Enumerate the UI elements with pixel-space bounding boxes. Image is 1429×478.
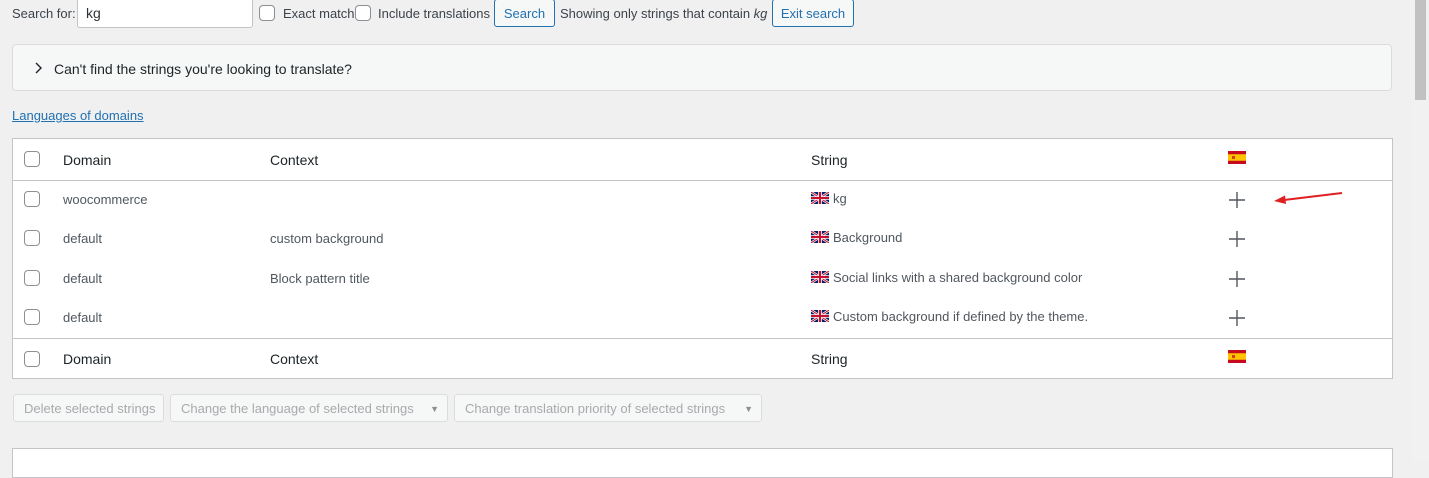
column-context-footer[interactable]: Context: [270, 351, 318, 367]
change-language-select[interactable]: Change the language of selected strings ▼: [170, 394, 448, 422]
languages-of-domains-link[interactable]: Languages of domains: [12, 108, 144, 123]
search-label: Search for:: [12, 6, 76, 21]
row-checkbox[interactable]: [24, 309, 40, 325]
spain-flag-icon: [1228, 350, 1246, 363]
missing-strings-accordion[interactable]: Can't find the strings you're looking to…: [12, 44, 1392, 91]
add-translation-icon[interactable]: [1228, 191, 1246, 209]
row-string: Custom background if defined by the them…: [811, 309, 1088, 324]
row-string: Background: [811, 230, 902, 245]
column-domain[interactable]: Domain: [63, 152, 111, 168]
select-all-checkbox-footer[interactable]: [24, 351, 40, 367]
row-string-text: kg: [833, 191, 847, 206]
row-string-text: Social links with a shared background co…: [833, 270, 1083, 285]
annotation-arrow-icon: [1274, 192, 1343, 204]
search-button[interactable]: Search: [494, 0, 555, 27]
change-priority-select[interactable]: Change translation priority of selected …: [454, 394, 762, 422]
scrollbar-thumb[interactable]: [1415, 0, 1426, 100]
delete-selected-button[interactable]: Delete selected strings: [13, 394, 164, 422]
row-checkbox[interactable]: [24, 230, 40, 246]
row-domain: default: [63, 231, 103, 246]
column-string-footer[interactable]: String: [811, 351, 848, 367]
search-status-prefix: Showing only strings that contain: [560, 6, 754, 21]
row-string: kg: [811, 191, 847, 206]
row-domain: woocommerce: [63, 192, 148, 207]
row-string: Social links with a shared background co…: [811, 270, 1082, 285]
search-status: Showing only strings that contain kg: [560, 6, 767, 21]
exact-match-checkbox[interactable]: [259, 5, 275, 21]
add-translation-icon[interactable]: [1228, 309, 1246, 327]
dropdown-arrow-icon: ▼: [744, 404, 753, 414]
table-row: default Custom background if defined by t…: [13, 298, 1392, 337]
table-row: default Block pattern title Social links w…: [13, 259, 1392, 298]
search-input[interactable]: kg: [77, 0, 253, 28]
strings-table: Domain Context String woocommerce kg defau…: [12, 138, 1393, 379]
select-all-checkbox[interactable]: [24, 151, 40, 167]
row-string-text: Custom background if defined by the them…: [833, 309, 1089, 324]
row-checkbox[interactable]: [24, 270, 40, 286]
include-translations-label: Include translations: [378, 6, 491, 21]
spain-flag-icon: [1228, 151, 1246, 164]
delete-selected-label: Delete selected strings: [24, 400, 156, 416]
search-status-term: kg: [753, 6, 768, 21]
lower-panel: [12, 448, 1393, 478]
include-translations-checkbox[interactable]: [355, 5, 371, 21]
column-context[interactable]: Context: [270, 152, 318, 168]
row-string-text: Background: [833, 230, 903, 245]
table-row: woocommerce kg: [13, 180, 1392, 219]
change-language-label: Change the language of selected strings: [181, 400, 414, 416]
column-domain-footer[interactable]: Domain: [63, 351, 111, 367]
row-domain: default: [63, 310, 103, 325]
exact-match-label: Exact match: [283, 6, 355, 21]
column-string[interactable]: String: [811, 152, 848, 168]
table-footer: Domain Context String: [13, 338, 1392, 379]
row-domain: default: [63, 271, 103, 286]
vertical-scrollbar[interactable]: [1412, 0, 1429, 462]
add-translation-icon[interactable]: [1228, 270, 1246, 288]
row-checkbox[interactable]: [24, 191, 40, 207]
dropdown-arrow-icon: ▼: [430, 404, 439, 414]
table-header: Domain Context String: [13, 139, 1392, 181]
uk-flag-icon: [811, 231, 829, 243]
chevron-right-icon: [35, 62, 42, 74]
uk-flag-icon: [811, 192, 829, 204]
row-context: Block pattern title: [270, 271, 370, 286]
change-priority-label: Change translation priority of selected …: [465, 400, 726, 416]
table-row: default custom background Background: [13, 219, 1392, 258]
uk-flag-icon: [811, 271, 829, 283]
row-context: custom background: [270, 231, 384, 246]
accordion-title: Can't find the strings you're looking to…: [54, 61, 352, 77]
exit-search-button[interactable]: Exit search: [772, 0, 854, 27]
add-translation-icon[interactable]: [1228, 230, 1246, 248]
uk-flag-icon: [811, 310, 829, 322]
